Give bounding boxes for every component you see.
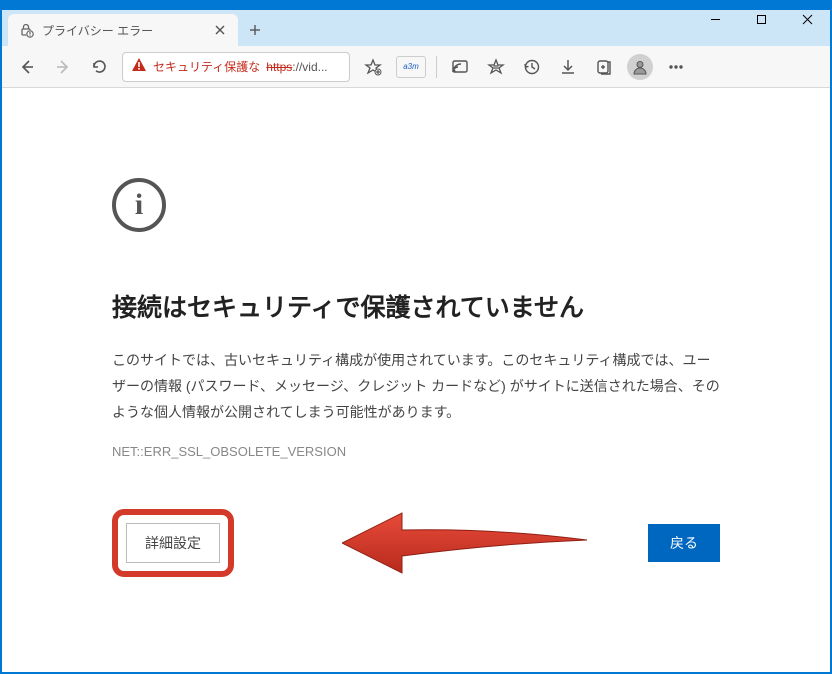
menu-button[interactable] bbox=[659, 50, 693, 84]
minimize-button[interactable] bbox=[692, 4, 738, 34]
favorite-button[interactable] bbox=[356, 50, 390, 84]
address-bar[interactable]: セキュリティ保護な https://vid... bbox=[122, 52, 350, 82]
tab-close-button[interactable] bbox=[212, 22, 228, 38]
annotation-arrow-icon bbox=[342, 508, 592, 578]
extension-icon[interactable]: a3m bbox=[396, 56, 426, 78]
close-window-button[interactable] bbox=[784, 4, 830, 34]
toolbar: セキュリティ保護な https://vid... a3m bbox=[2, 46, 830, 88]
new-tab-button[interactable] bbox=[238, 14, 272, 46]
address-url-text: https://vid... bbox=[266, 60, 327, 74]
maximize-button[interactable] bbox=[738, 4, 784, 34]
favorites-list-icon[interactable] bbox=[479, 50, 513, 84]
cast-icon[interactable] bbox=[443, 50, 477, 84]
info-icon: i bbox=[112, 178, 166, 232]
history-icon[interactable] bbox=[515, 50, 549, 84]
forward-nav-button bbox=[46, 50, 80, 84]
profile-avatar[interactable] bbox=[623, 50, 657, 84]
page-description: このサイトでは、古いセキュリティ構成が使用されています。このセキュリティ構成では… bbox=[112, 348, 720, 426]
error-code: NET::ERR_SSL_OBSOLETE_VERSION bbox=[112, 444, 720, 459]
button-row: 詳細設定 戻る bbox=[112, 509, 720, 577]
tab-privacy-error[interactable]: プライバシー エラー bbox=[8, 14, 238, 46]
collections-icon[interactable] bbox=[587, 50, 621, 84]
security-warning-icon bbox=[131, 57, 147, 76]
annotation-highlight: 詳細設定 bbox=[112, 509, 234, 577]
tab-title: プライバシー エラー bbox=[42, 22, 204, 39]
toolbar-separator bbox=[436, 56, 437, 78]
go-back-button[interactable]: 戻る bbox=[648, 524, 720, 562]
window-controls bbox=[692, 4, 830, 34]
lock-warning-icon bbox=[18, 22, 34, 38]
address-warning-text: セキュリティ保護な bbox=[153, 58, 260, 75]
reload-button[interactable] bbox=[82, 50, 116, 84]
page-content: i 接続はセキュリティで保護されていません このサイトでは、古いセキュリティ構成… bbox=[2, 88, 830, 577]
advanced-settings-button[interactable]: 詳細設定 bbox=[126, 523, 220, 563]
back-nav-button[interactable] bbox=[10, 50, 44, 84]
page-heading: 接続はセキュリティで保護されていません bbox=[112, 288, 720, 324]
downloads-icon[interactable] bbox=[551, 50, 585, 84]
